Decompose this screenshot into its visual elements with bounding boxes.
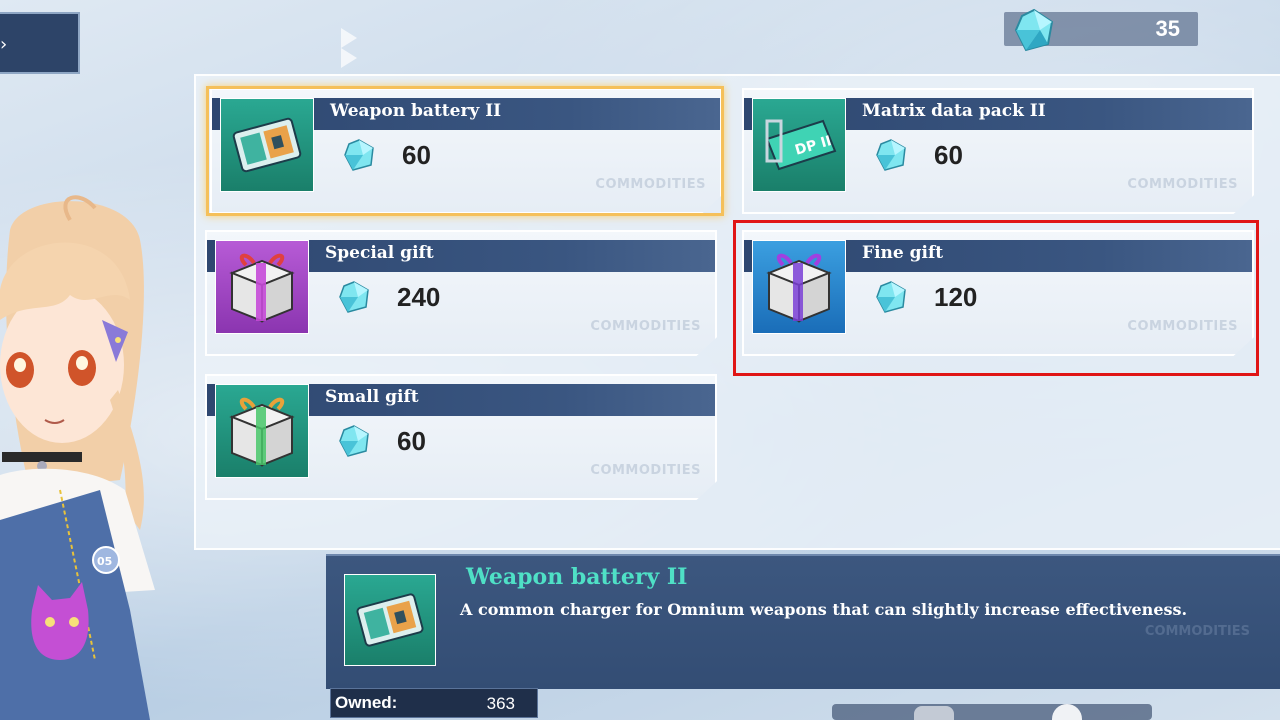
crystal-gem-icon <box>876 139 906 171</box>
crystal-gem-icon <box>339 281 369 313</box>
item-price: 60 <box>934 140 963 170</box>
data-pack-icon: DP II <box>752 98 846 192</box>
owned-value: 363 <box>486 694 515 713</box>
back-tab[interactable]: › <box>0 12 80 74</box>
crystal-gem-icon <box>1014 8 1054 52</box>
watermark: COMMODITIES <box>590 463 701 478</box>
character-illustration: 05 <box>0 195 155 720</box>
gift-box-icon <box>215 240 309 334</box>
decorative-arrow <box>341 48 357 68</box>
watermark: COMMODITIES <box>590 319 701 334</box>
shop-item-small-gift[interactable]: Small gift 60 COMMODITIES <box>205 374 717 500</box>
currency-amount: 35 <box>1155 16 1180 41</box>
item-price: 60 <box>397 426 426 456</box>
item-name: Small gift <box>325 387 419 407</box>
owned-counter: Owned: 363 <box>330 688 538 718</box>
watermark: COMMODITIES <box>1127 177 1238 192</box>
selection-frame <box>206 86 724 216</box>
gift-box-icon <box>215 384 309 478</box>
item-detail-panel: Weapon battery II A common charger for O… <box>326 554 1280 689</box>
item-name: Matrix data pack II <box>862 101 1046 121</box>
crystal-gem-icon <box>339 425 369 457</box>
detail-description: A common charger for Omnium weapons that… <box>460 600 1188 619</box>
decorative-arrow <box>341 28 357 48</box>
slider-knob[interactable] <box>914 706 954 720</box>
currency-display: 35 <box>1004 8 1198 52</box>
slider-handle[interactable] <box>1052 704 1082 720</box>
shop-item-special-gift[interactable]: Special gift 240 COMMODITIES <box>205 230 717 356</box>
highlight-box <box>733 220 1259 376</box>
item-price: 240 <box>397 282 441 312</box>
quantity-slider[interactable] <box>832 704 1152 720</box>
watermark: COMMODITIES <box>1144 624 1250 639</box>
shop-item-matrix-data-pack[interactable]: Matrix data pack II DP II 60 COMMODITIES <box>742 88 1254 214</box>
back-icon: › <box>0 34 8 55</box>
item-name: Special gift <box>325 243 434 263</box>
character-badge: 05 <box>97 555 112 568</box>
owned-label: Owned: <box>335 693 398 712</box>
detail-title: Weapon battery II <box>466 564 688 590</box>
weapon-battery-icon <box>344 574 436 666</box>
